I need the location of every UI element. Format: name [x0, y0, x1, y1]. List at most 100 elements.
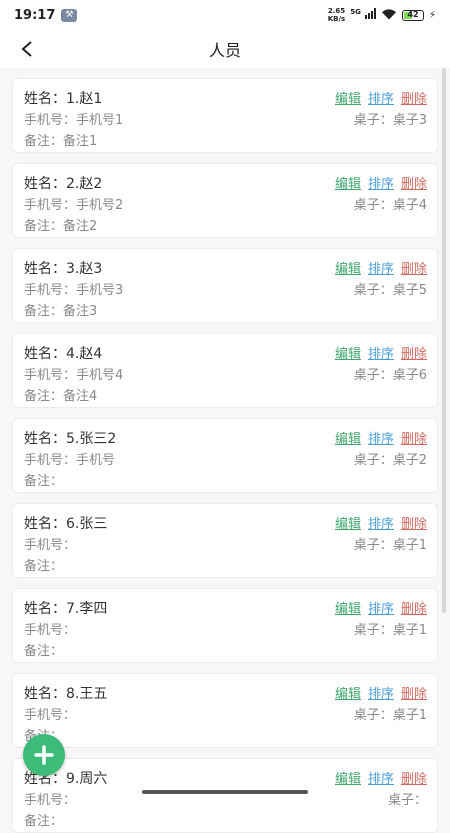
- network-type: 5G: [350, 7, 361, 16]
- net-speed: 2.65 KB/s: [328, 7, 345, 23]
- name-value: 7.李四: [66, 601, 108, 617]
- delete-link[interactable]: 删除: [401, 683, 427, 702]
- edit-link[interactable]: 编辑: [335, 513, 361, 532]
- card-actions: 编辑 排序 删除: [335, 173, 427, 192]
- table-label: 桌子：: [353, 708, 393, 723]
- card-actions: 编辑 排序 删除: [335, 258, 427, 277]
- person-card[interactable]: 姓名：5.张三2 编辑 排序 删除手机号：手机号 桌子：桌子2 备注：: [12, 418, 438, 493]
- table-value: 桌子1: [392, 623, 427, 638]
- note-value: 备注1: [63, 134, 98, 149]
- person-table: 桌子：桌子5: [354, 279, 427, 298]
- sort-link[interactable]: 排序: [368, 768, 394, 787]
- cellular-icon: 5G: [350, 7, 376, 23]
- card-actions: 编辑 排序 删除: [335, 428, 427, 447]
- status-time: 19:17: [14, 7, 56, 23]
- name-label: 姓名：: [24, 601, 66, 617]
- wrench-icon: ⚒: [61, 8, 78, 22]
- delete-link[interactable]: 删除: [401, 513, 427, 532]
- name-value: 1.赵1: [66, 91, 103, 107]
- edit-link[interactable]: 编辑: [335, 428, 361, 447]
- status-indicators: 2.65 KB/s 5G 42 ⚡: [328, 7, 436, 23]
- person-note: 备注：: [24, 810, 63, 829]
- card-actions: 编辑 排序 删除: [335, 598, 427, 617]
- sort-link[interactable]: 排序: [368, 683, 394, 702]
- phone-label: 手机号：: [24, 623, 77, 638]
- phone-label: 手机号：: [24, 538, 77, 553]
- sort-link[interactable]: 排序: [368, 343, 394, 362]
- person-card[interactable]: 姓名：8.王五编辑排序删除手机号：桌子：桌子1备注：: [12, 673, 438, 748]
- person-table: 桌子：桌子2: [354, 449, 427, 468]
- table-label: 桌子：: [353, 453, 393, 468]
- card-actions: 编辑 排序 删除: [335, 513, 427, 532]
- card-actions: 编辑 排序 删除: [335, 343, 427, 362]
- person-card[interactable]: 姓名：6.张三 编辑 排序 删除 手机号： 桌子：桌子1 备注：: [12, 503, 438, 578]
- delete-link[interactable]: 删除: [401, 258, 427, 277]
- name-value: 6.张三: [66, 516, 108, 532]
- edit-link[interactable]: 编辑: [335, 768, 361, 787]
- person-phone: 手机号：手机号2: [24, 194, 123, 213]
- note-label: 备注：: [24, 474, 64, 489]
- delete-link[interactable]: 删除: [401, 173, 427, 192]
- sort-link[interactable]: 排序: [368, 428, 394, 447]
- person-card[interactable]: 姓名：2.赵2 编辑 排序 删除 手机号：手机号2 桌子：桌子4 备注：备注2: [12, 163, 438, 238]
- person-name: 姓名：8.王五: [24, 683, 107, 703]
- add-person-button[interactable]: [23, 734, 65, 776]
- person-card[interactable]: 姓名：9.周六 编辑 排序 删除 手机号： 桌子： 备注：: [12, 758, 438, 833]
- back-button[interactable]: [14, 36, 40, 62]
- note-value: 备注4: [63, 389, 98, 404]
- person-card[interactable]: 姓名：1.赵1 编辑 排序 删除 手机号：手机号1 桌子：桌子3 备注：备注1: [12, 78, 438, 153]
- person-name: 姓名：3.赵3: [24, 258, 102, 278]
- sort-link[interactable]: 排序: [368, 88, 394, 107]
- table-label: 桌子：: [353, 198, 393, 213]
- person-name: 姓名：2.赵2: [24, 173, 102, 193]
- delete-link[interactable]: 删除: [401, 768, 427, 787]
- name-label: 姓名：: [24, 686, 66, 702]
- edit-link[interactable]: 编辑: [335, 598, 361, 617]
- note-label: 备注：: [24, 304, 64, 319]
- card-actions: 编辑 排序 删除: [335, 88, 427, 107]
- scrollbar[interactable]: [442, 68, 446, 613]
- edit-link[interactable]: 编辑: [335, 258, 361, 277]
- name-label: 姓名：: [24, 346, 66, 362]
- sort-link[interactable]: 排序: [368, 173, 394, 192]
- person-card[interactable]: 姓名：7.李四 编辑 排序 删除手机号： 桌子：桌子1 备注：: [12, 588, 438, 663]
- name-label: 姓名：: [24, 261, 66, 277]
- edit-link[interactable]: 编辑: [335, 173, 361, 192]
- name-value: 2.赵2: [66, 176, 103, 192]
- person-phone: 手机号：: [24, 789, 76, 808]
- person-card[interactable]: 姓名：4.赵4 编辑 排序 删除 手机号：手机号4 桌子：桌子6 备注：备注4: [12, 333, 438, 408]
- net-speed-value: 2.65: [327, 7, 346, 15]
- name-value: 3.赵3: [66, 261, 103, 277]
- card-actions: 编辑 排序 删除: [335, 683, 427, 702]
- delete-link[interactable]: 删除: [401, 88, 427, 107]
- name-value: 4.赵4: [66, 346, 103, 362]
- person-phone: 手机号：: [24, 704, 76, 723]
- person-table: 桌子：桌子1: [354, 619, 427, 638]
- wifi-icon: [381, 8, 397, 23]
- person-name: 姓名：4.赵4: [24, 343, 102, 363]
- edit-link[interactable]: 编辑: [335, 343, 361, 362]
- person-card[interactable]: 姓名：3.赵3 编辑 排序 删除 手机号：手机号3 桌子：桌子5 备注：备注3: [12, 248, 438, 323]
- delete-link[interactable]: 删除: [401, 428, 427, 447]
- person-table: 桌子：桌子3: [354, 109, 427, 128]
- sort-link[interactable]: 排序: [368, 513, 394, 532]
- person-name: 姓名：5.张三2: [24, 428, 116, 448]
- person-note: 备注：: [24, 640, 63, 659]
- plus-icon: [34, 745, 54, 765]
- sort-link[interactable]: 排序: [368, 598, 394, 617]
- edit-link[interactable]: 编辑: [335, 683, 361, 702]
- sort-link[interactable]: 排序: [368, 258, 394, 277]
- person-note: 备注：: [24, 555, 63, 574]
- battery-level: 42: [407, 9, 419, 19]
- person-note: 备注：: [24, 470, 63, 489]
- status-bar: 19:17 ⚒ 2.65 KB/s 5G 42 ⚡: [0, 0, 450, 30]
- delete-link[interactable]: 删除: [401, 343, 427, 362]
- phone-value: 手机号3: [76, 283, 124, 298]
- note-label: 备注：: [24, 559, 64, 574]
- person-table: 桌子：桌子1: [354, 534, 427, 553]
- note-label: 备注：: [24, 219, 64, 234]
- edit-link[interactable]: 编辑: [335, 88, 361, 107]
- phone-value: 手机号2: [76, 198, 124, 213]
- person-phone: 手机号：手机号: [24, 449, 115, 468]
- delete-link[interactable]: 删除: [401, 598, 427, 617]
